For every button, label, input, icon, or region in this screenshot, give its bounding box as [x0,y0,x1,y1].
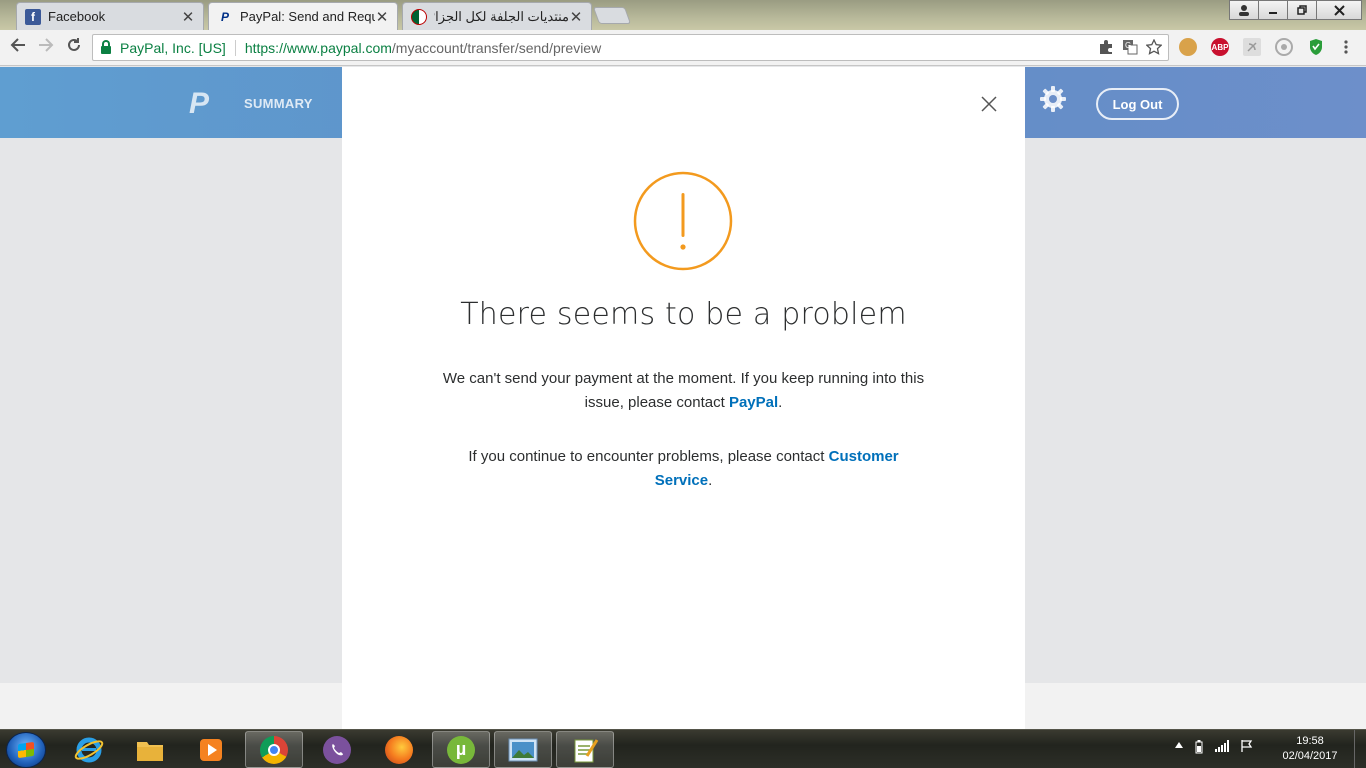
tab-close-icon[interactable]: ✕ [569,8,583,26]
clock-time: 19:58 [1296,735,1324,747]
dialog-help-message: If you continue to encounter problems, p… [442,445,925,493]
browser-tab-strip: f Facebook ✕ P PayPal: Send and Reques ✕… [0,0,1366,30]
battery-icon[interactable] [1195,740,1203,757]
reload-icon[interactable] [63,37,85,59]
minimize-button[interactable] [1258,0,1288,20]
internet-explorer-icon[interactable] [60,731,118,768]
new-tab-button[interactable] [592,7,632,24]
system-tray [1175,740,1253,757]
logout-button[interactable]: Log Out [1096,88,1179,120]
profile-icon[interactable] [1229,0,1259,20]
dialog-message: We can't send your payment at the moment… [442,367,925,415]
paypal-contact-link[interactable]: PayPal [729,394,778,411]
message-text: We can't send your payment at the moment… [442,370,925,411]
address-bar[interactable]: PayPal, Inc. [US] https://www.paypal.com… [92,34,1169,61]
close-icon[interactable] [976,91,1002,117]
url-path: /myaccount/transfer/send/preview [391,39,602,56]
chrome-icon[interactable] [245,731,303,768]
url-host: https://www.paypal.com [244,39,392,56]
show-hidden-icons-icon[interactable] [1175,740,1183,757]
close-window-button[interactable] [1316,0,1362,20]
adblock-plus-icon[interactable]: ABP [1211,38,1229,56]
separator [234,39,236,56]
paypal-icon: P [220,9,229,24]
tab-close-icon[interactable]: ✕ [375,8,389,26]
show-desktop-button[interactable] [1354,730,1366,768]
window-controls [1229,0,1362,20]
omnibox-actions: G [1098,39,1162,55]
restore-button[interactable] [1287,0,1317,20]
site-identity[interactable]: PayPal, Inc. [US] [120,40,226,56]
start-button[interactable] [6,732,46,768]
browser-toolbar: PayPal, Inc. [US] https://www.paypal.com… [0,30,1366,66]
translate-icon[interactable]: G [1122,39,1138,55]
system-clock[interactable]: 19:58 02/04/2017 [1270,734,1350,764]
chrome-menu-icon[interactable] [1339,38,1353,56]
tab-paypal[interactable]: P PayPal: Send and Reques ✕ [208,2,398,30]
message-text: If you continue to encounter problems, p… [468,448,829,465]
paypal-logo[interactable]: P [189,87,209,121]
media-player-icon[interactable] [182,731,240,768]
viber-icon[interactable] [308,731,366,768]
svg-text:G: G [1125,41,1131,50]
utorrent-icon[interactable]: µ [432,731,490,768]
punctuation: . [708,472,713,489]
photo-viewer-icon[interactable] [494,731,552,768]
firefox-icon[interactable] [370,731,428,768]
windows-taskbar: µ 19:58 02/04/2017 [0,729,1366,768]
tab-close-icon[interactable]: ✕ [181,8,195,26]
extension-puzzle-icon[interactable] [1098,39,1114,55]
back-arrow-icon[interactable] [7,37,29,59]
facebook-icon: f [25,8,41,25]
lock-icon [101,39,111,54]
file-explorer-icon[interactable] [121,731,179,768]
clock-date: 02/04/2017 [1282,750,1338,762]
nav-summary[interactable]: SUMMARY [244,96,313,111]
circle-extension-icon[interactable] [1275,38,1293,56]
dialog-title: There seems to be a problem [460,297,907,332]
tab-title: PayPal: Send and Reques [240,9,375,24]
settings-gear-icon[interactable] [1038,85,1068,115]
action-center-flag-icon[interactable] [1241,740,1253,757]
punctuation: . [778,394,783,411]
signal-icon[interactable] [1215,740,1229,757]
algeria-icon [411,8,427,25]
bookmark-star-icon[interactable] [1146,39,1162,55]
tab-facebook[interactable]: f Facebook ✕ [16,2,204,30]
tab-title: Facebook [48,9,106,24]
cookie-icon[interactable] [1179,38,1197,56]
notepad-plus-plus-icon[interactable] [556,731,614,768]
forward-arrow-icon[interactable] [35,37,57,59]
shield-extension-icon[interactable] [1307,38,1325,56]
error-dialog: There seems to be a problem We can't sen… [342,67,1025,729]
tab-djelfa-forum[interactable]: منتديات الجلفة لكل الجزائريين و ✕ [402,2,592,30]
warning-icon [633,171,733,271]
tab-title: منتديات الجلفة لكل الجزائريين و [434,8,569,24]
acrobat-icon[interactable] [1243,38,1261,56]
